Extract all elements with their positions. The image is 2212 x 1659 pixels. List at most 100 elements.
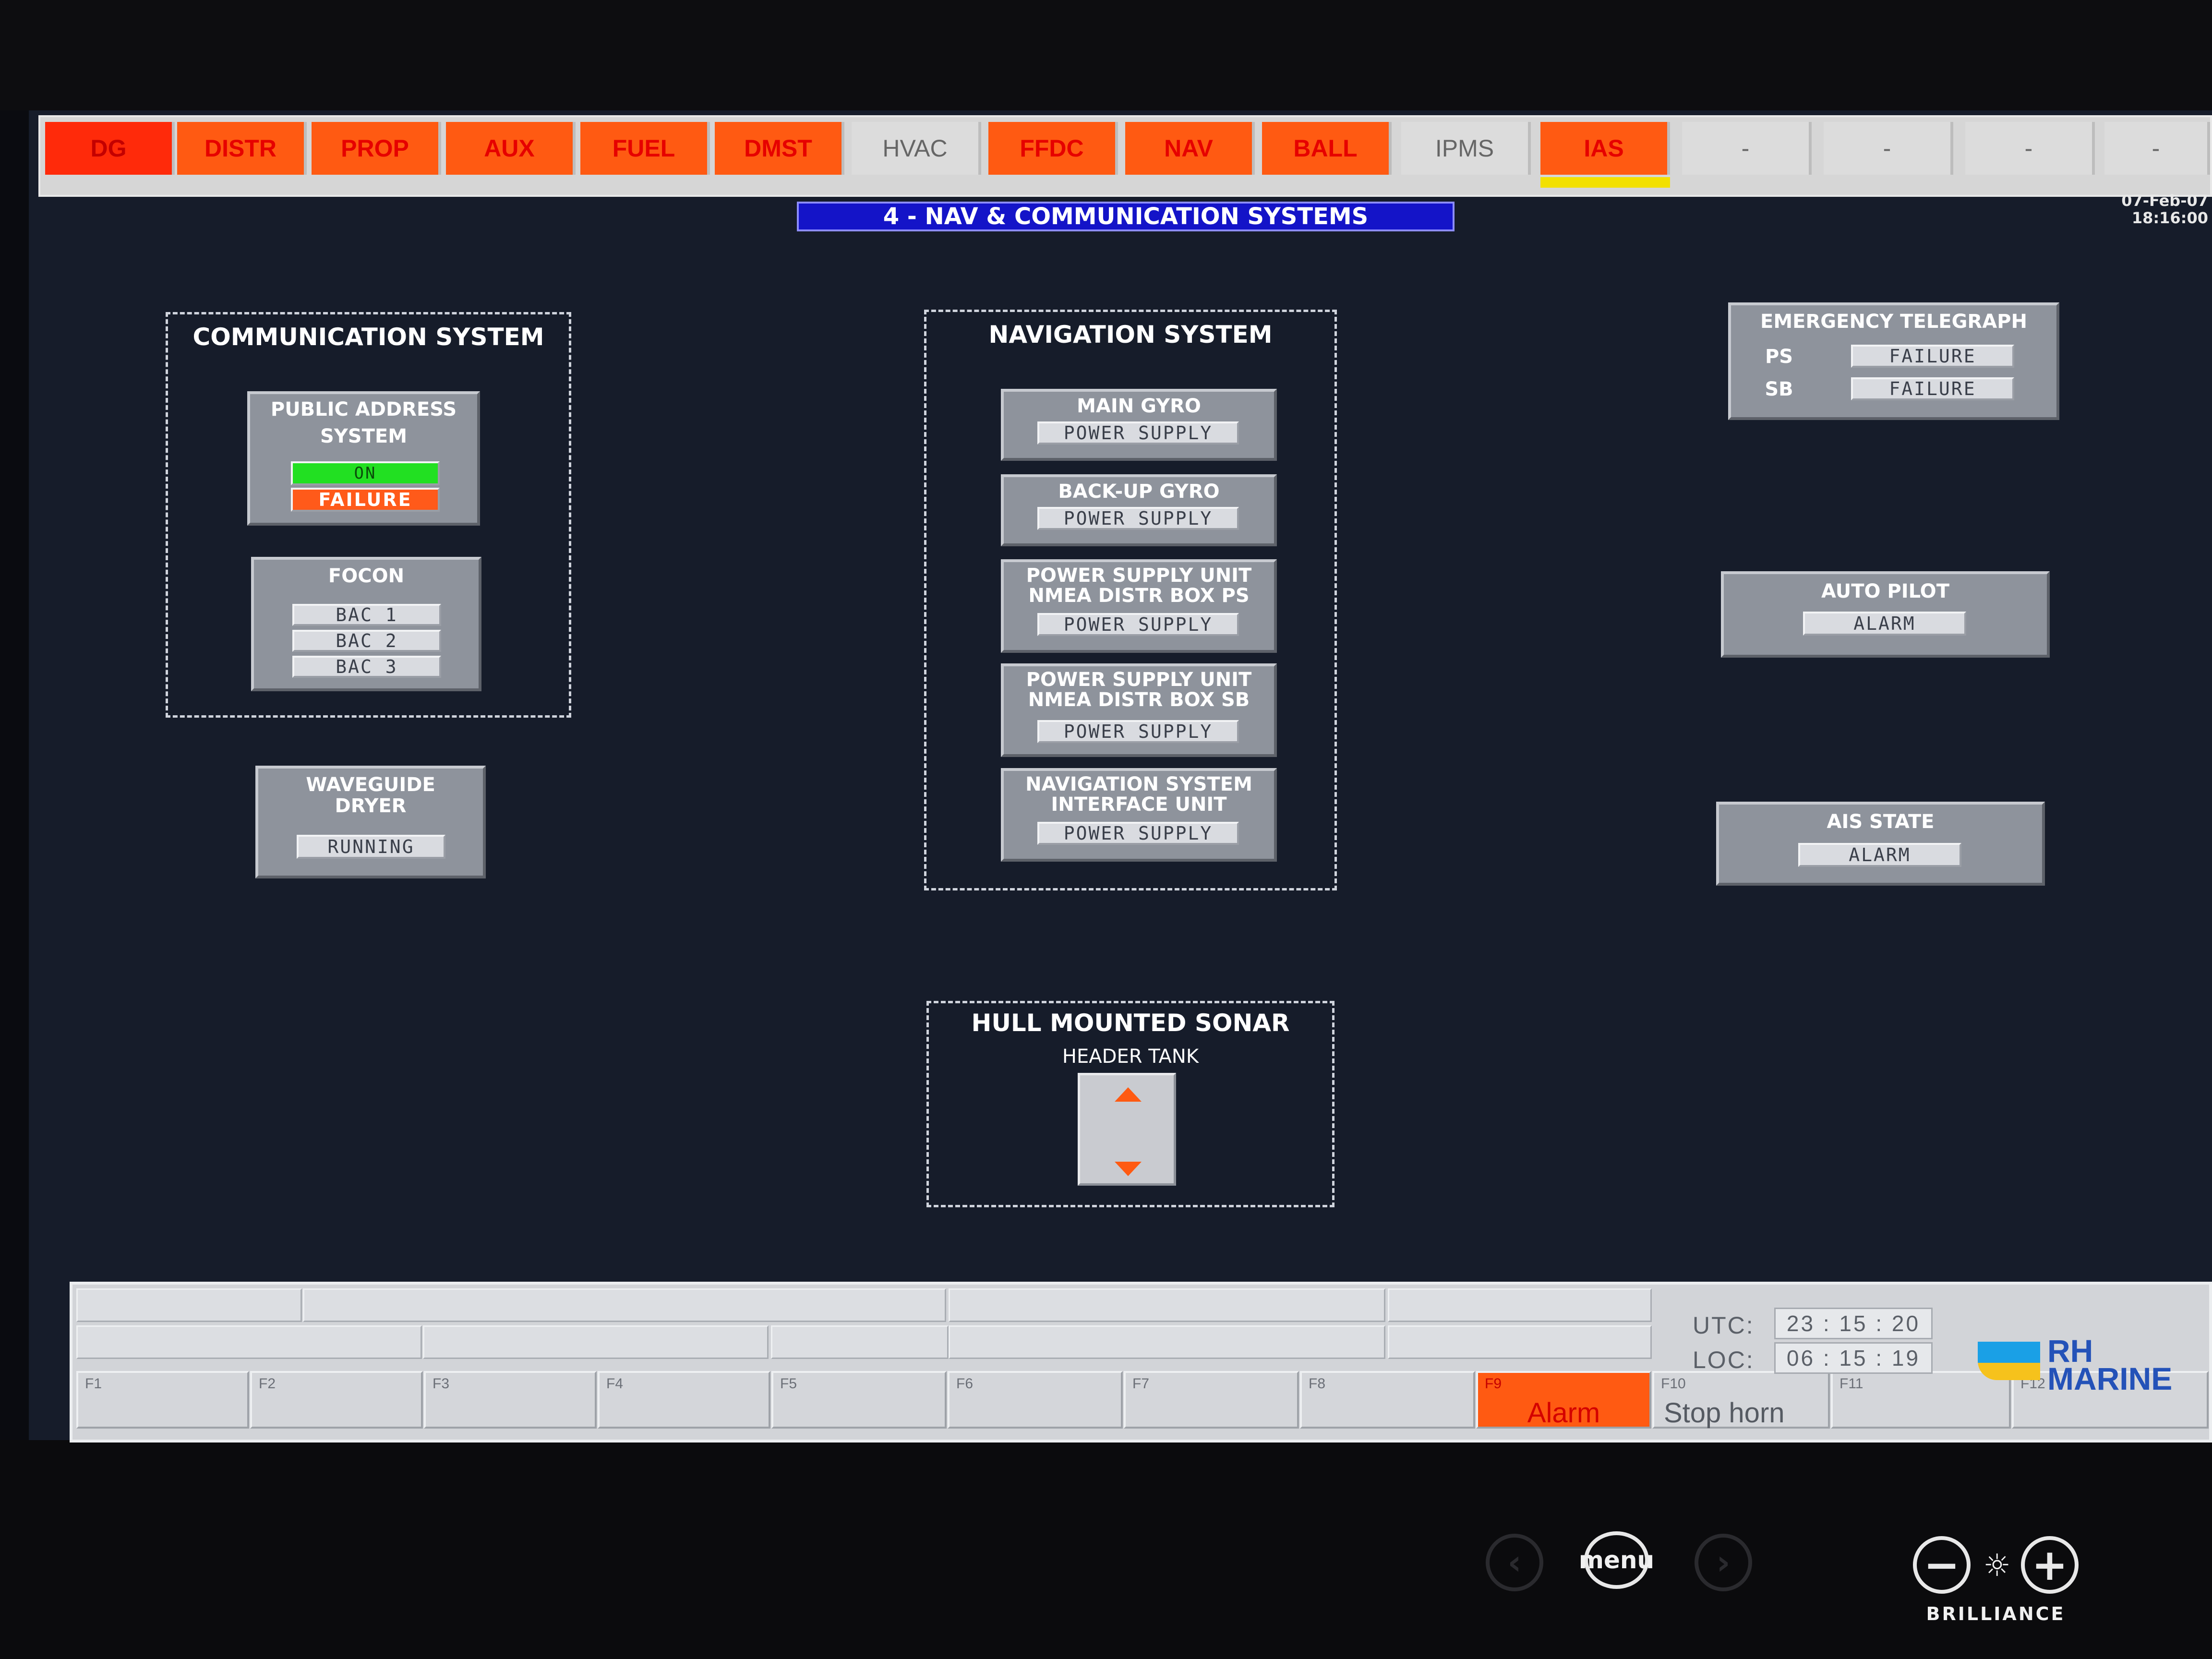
- waveguide-label-2: DRYER: [335, 795, 407, 817]
- tab-blank-1[interactable]: -: [1682, 122, 1812, 175]
- auto-pilot-status: ALARM: [1803, 612, 1966, 636]
- page-title: 4 - NAV & COMMUNICATION SYSTEMS: [797, 202, 1455, 231]
- nmea-sb-label-1: POWER SUPPLY UNIT: [1026, 669, 1252, 691]
- hw-back-button-icon[interactable]: ‹: [1486, 1534, 1543, 1591]
- fkey-number: F9: [1485, 1376, 1502, 1392]
- brilliance-sun-icon: ☼: [1983, 1548, 2011, 1584]
- nmea-sb-panel[interactable]: POWER SUPPLY UNIT NMEA DISTR BOX SB POWE…: [1001, 663, 1277, 757]
- tab-ipms[interactable]: IPMS: [1401, 122, 1531, 175]
- public-address-panel[interactable]: PUBLIC ADDRESS SYSTEM ON FAILURE: [247, 391, 480, 526]
- tab-aux[interactable]: AUX: [446, 122, 576, 175]
- rh-marine-logo-text: RH MARINE: [2047, 1335, 2206, 1396]
- waveguide-label-1: WAVEGUIDE: [306, 774, 435, 796]
- f4-key[interactable]: F4: [598, 1371, 770, 1429]
- tab-distr[interactable]: DISTR: [177, 122, 307, 175]
- brilliance-plus-icon[interactable]: +: [2021, 1536, 2079, 1594]
- nav-interface-unit-panel[interactable]: NAVIGATION SYSTEM INTERFACE UNIT POWER S…: [1001, 768, 1277, 862]
- tab-ffdc[interactable]: FFDC: [988, 122, 1118, 175]
- tab-nav[interactable]: NAV: [1125, 122, 1255, 175]
- tank-up-arrow-icon[interactable]: [1115, 1087, 1142, 1102]
- fkey-number: F7: [1132, 1376, 1150, 1392]
- waveguide-dryer-panel[interactable]: WAVEGUIDE DRYER RUNNING: [255, 766, 486, 878]
- focon-bac-3: BAC 3: [292, 656, 441, 678]
- fkey-number: F6: [956, 1376, 974, 1392]
- f9-alarm-key[interactable]: F9 Alarm: [1476, 1371, 1651, 1429]
- navigation-system-title: NAVIGATION SYSTEM: [988, 321, 1273, 349]
- tank-down-arrow-icon[interactable]: [1115, 1162, 1142, 1176]
- nmea-ps-panel[interactable]: POWER SUPPLY UNIT NMEA DISTR BOX PS POWE…: [1001, 559, 1277, 653]
- message-line-cell: [76, 1325, 422, 1359]
- nmea-ps-label-2: NMEA DISTR BOX PS: [1028, 585, 1250, 607]
- menu-label: menu: [1578, 1546, 1655, 1574]
- fkey-number: F5: [780, 1376, 797, 1392]
- tab-dmst[interactable]: DMST: [715, 122, 844, 175]
- tab-blank-3[interactable]: -: [1965, 122, 2095, 175]
- telegraph-sb-status: FAILURE: [1851, 377, 2014, 400]
- monitor-bezel-bottom: [0, 1440, 2212, 1659]
- f1-key[interactable]: F1: [76, 1371, 249, 1429]
- tab-prop[interactable]: PROP: [312, 122, 441, 175]
- emergency-telegraph-title: EMERGENCY TELEGRAPH: [1760, 311, 2027, 333]
- backup-gyro-panel[interactable]: BACK-UP GYRO POWER SUPPLY: [1001, 474, 1277, 546]
- fkey-number: F2: [259, 1376, 276, 1392]
- fkey-number: F3: [433, 1376, 450, 1392]
- f8-key[interactable]: F8: [1300, 1371, 1475, 1429]
- ais-state-title: AIS STATE: [1827, 811, 1935, 833]
- tab-ias[interactable]: IAS: [1540, 122, 1670, 175]
- communication-system-title: COMMUNICATION SYSTEM: [192, 323, 544, 351]
- current-date: 07-Feb-07: [2121, 192, 2208, 210]
- tab-dg[interactable]: DG: [45, 122, 175, 175]
- current-time: 18:16:00: [2131, 209, 2208, 227]
- message-line-cell: [949, 1325, 1385, 1359]
- message-line-cell: [76, 1288, 302, 1322]
- brilliance-label: BRILLIANCE: [1926, 1603, 2066, 1624]
- tab-fuel[interactable]: FUEL: [580, 122, 710, 175]
- tab-hvac[interactable]: HVAC: [852, 122, 981, 175]
- tab-ball[interactable]: BALL: [1262, 122, 1392, 175]
- backup-gyro-label: BACK-UP GYRO: [1058, 481, 1220, 503]
- message-line-cell: [423, 1325, 769, 1359]
- f5-key[interactable]: F5: [771, 1371, 947, 1429]
- message-line-cell: [1388, 1325, 1652, 1359]
- telegraph-ps-label: PS: [1765, 346, 1793, 368]
- f3-key[interactable]: F3: [424, 1371, 597, 1429]
- rh-marine-logo-icon: [1978, 1342, 2040, 1380]
- tab-blank-2[interactable]: -: [1824, 122, 1953, 175]
- message-line-cell: [771, 1325, 949, 1359]
- f2-key[interactable]: F2: [250, 1371, 423, 1429]
- nav-interface-label-2: INTERFACE UNIT: [1051, 793, 1227, 816]
- public-address-on-status: ON: [291, 461, 440, 485]
- main-gyro-status: POWER SUPPLY: [1037, 421, 1239, 445]
- focon-bac-2: BAC 2: [292, 630, 441, 652]
- ais-state-panel[interactable]: AIS STATE ALARM: [1716, 802, 2045, 886]
- tab-blank-4[interactable]: -: [2104, 122, 2210, 175]
- fkey-number: F8: [1309, 1376, 1326, 1392]
- hw-menu-button[interactable]: menu: [1579, 1531, 1654, 1589]
- fkey-number: F11: [1839, 1376, 1863, 1392]
- header-tank-widget[interactable]: [1078, 1073, 1176, 1186]
- monitor-bezel-top: [0, 0, 2212, 110]
- hw-forward-button-icon[interactable]: ›: [1695, 1534, 1752, 1591]
- logo-line-2: MARINE: [2047, 1361, 2173, 1396]
- auto-pilot-panel[interactable]: AUTO PILOT ALARM: [1721, 571, 2050, 658]
- f11-key[interactable]: F11: [1831, 1371, 2011, 1429]
- auto-pilot-title: AUTO PILOT: [1821, 580, 1949, 602]
- f7-key[interactable]: F7: [1124, 1371, 1299, 1429]
- telegraph-sb-label: SB: [1765, 378, 1793, 400]
- loc-label: LOC:: [1693, 1346, 1755, 1373]
- main-gyro-panel[interactable]: MAIN GYRO POWER SUPPLY: [1001, 389, 1277, 461]
- brilliance-minus-icon[interactable]: −: [1913, 1536, 1971, 1594]
- focon-label: FOCON: [328, 565, 405, 587]
- sonar-subtitle: HEADER TANK: [1062, 1046, 1199, 1068]
- f10-stop-horn-key[interactable]: F10 Stop horn: [1652, 1371, 1830, 1429]
- fkey-number: F4: [606, 1376, 624, 1392]
- f6-key[interactable]: F6: [948, 1371, 1123, 1429]
- focon-panel[interactable]: FOCON BAC 1 BAC 2 BAC 3: [251, 557, 481, 691]
- message-line-cell: [303, 1288, 946, 1322]
- waveguide-status: RUNNING: [297, 835, 445, 859]
- emergency-telegraph-panel[interactable]: EMERGENCY TELEGRAPH PS FAILURE SB FAILUR…: [1728, 302, 2059, 420]
- function-key-bar: F1 F2 F3 F4 F5 F6 F7 F8 F9 Alarm F10 Sto…: [70, 1282, 2212, 1443]
- nmea-ps-label-1: POWER SUPPLY UNIT: [1026, 565, 1252, 587]
- fkey-number: F10: [1661, 1376, 1686, 1392]
- public-address-label-1: PUBLIC ADDRESS: [270, 398, 457, 421]
